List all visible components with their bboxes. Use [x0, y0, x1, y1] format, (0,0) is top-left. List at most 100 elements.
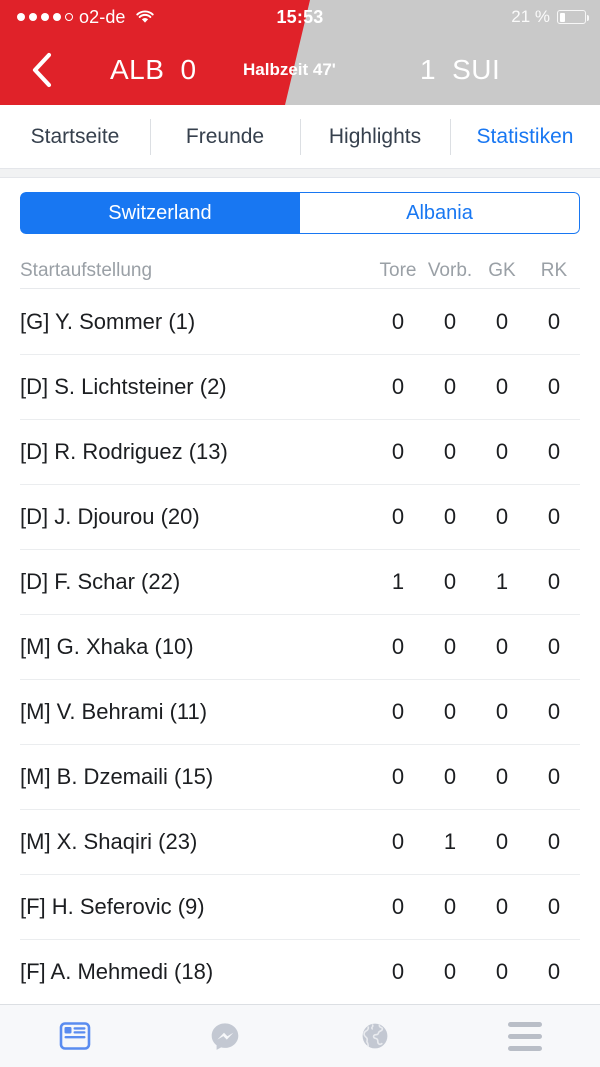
table-row[interactable]: [D] J. Djourou (20) 0 0 0 0 [0, 484, 600, 549]
clock-label: 15:53 [276, 6, 324, 27]
cell-assists: 0 [443, 633, 457, 659]
cell-red-cards: 0 [547, 893, 561, 919]
cell-yellow-cards: 0 [495, 438, 509, 464]
cell-red-cards: 0 [547, 308, 561, 334]
cell-red-cards: 0 [547, 958, 561, 984]
cell-yellow-cards: 0 [495, 373, 509, 399]
tab-statistiken[interactable]: Statistiken [450, 105, 600, 169]
news-feed-icon [59, 1022, 91, 1050]
player-name: [M] V. Behrami (11) [20, 698, 208, 724]
cell-goals: 0 [391, 308, 405, 334]
tab-highlights[interactable]: Highlights [300, 105, 450, 169]
tab-freunde[interactable]: Freunde [150, 105, 300, 169]
home-team-abbr: ALB [110, 53, 165, 85]
segment-switzerland[interactable]: Switzerland [20, 192, 300, 234]
bottom-tab-messenger[interactable] [150, 1019, 300, 1053]
cell-yellow-cards: 0 [495, 698, 509, 724]
match-header: o2-de 15:53 21 % ALB 0 Halbzeit 47' 1 SU… [0, 0, 600, 105]
bottom-tab-globe[interactable] [300, 1020, 450, 1052]
cell-assists: 0 [443, 438, 457, 464]
player-name: [G] Y. Sommer (1) [20, 308, 196, 334]
match-status-label: Halbzeit 47' [243, 59, 336, 79]
cell-red-cards: 0 [547, 633, 561, 659]
battery-percent-label: 21 % [511, 7, 550, 26]
lineup-table: Startaufstellung Tore Vorb. GK RK [G] Y.… [0, 248, 600, 1004]
cell-assists: 0 [443, 373, 457, 399]
cell-red-cards: 0 [547, 698, 561, 724]
player-name: [M] B. Dzemaili (15) [20, 763, 214, 789]
table-row[interactable]: [F] H. Seferovic (9) 0 0 0 0 [0, 874, 600, 939]
cell-goals: 0 [391, 698, 405, 724]
cell-yellow-cards: 0 [495, 958, 509, 984]
table-row[interactable]: [M] G. Xhaka (10) 0 0 0 0 [0, 614, 600, 679]
cell-red-cards: 0 [547, 373, 561, 399]
cell-goals: 0 [391, 373, 405, 399]
cell-yellow-cards: 0 [495, 308, 509, 334]
bottom-tab-bar [0, 1004, 600, 1067]
home-team-score: ALB 0 [110, 34, 197, 105]
column-header-goals: Tore [379, 260, 417, 281]
cell-yellow-cards: 0 [495, 763, 509, 789]
messenger-icon [211, 1023, 239, 1050]
player-name: [F] H. Seferovic (9) [20, 893, 205, 919]
cell-yellow-cards: 1 [495, 568, 509, 594]
player-name: [D] J. Djourou (20) [20, 503, 200, 529]
app-root: o2-de 15:53 21 % ALB 0 Halbzeit 47' 1 SU… [0, 0, 600, 1067]
cell-assists: 0 [443, 958, 457, 984]
home-team-goals: 0 [180, 53, 197, 85]
column-header-assists: Vorb. [427, 260, 473, 281]
cell-yellow-cards: 0 [495, 503, 509, 529]
player-name: [D] F. Schar (22) [20, 568, 181, 594]
segment-albania[interactable]: Albania [300, 192, 580, 234]
player-name: [M] G. Xhaka (10) [20, 633, 194, 659]
hamburger-menu-icon [508, 1021, 542, 1051]
back-button[interactable] [20, 34, 64, 105]
away-team-score: 1 SUI [420, 34, 500, 105]
cell-assists: 0 [443, 308, 457, 334]
table-row[interactable]: [M] B. Dzemaili (15) 0 0 0 0 [0, 744, 600, 809]
cell-red-cards: 0 [547, 763, 561, 789]
tab-startseite[interactable]: Startseite [0, 105, 150, 169]
table-row[interactable]: [G] Y. Sommer (1) 0 0 0 0 [0, 289, 600, 354]
player-name: [D] S. Lichtsteiner (2) [20, 373, 227, 399]
cell-yellow-cards: 0 [495, 633, 509, 659]
cell-goals: 0 [391, 633, 405, 659]
table-row[interactable]: [D] F. Schar (22) 1 0 1 0 [0, 549, 600, 614]
cell-goals: 0 [391, 958, 405, 984]
cell-assists: 0 [443, 568, 457, 594]
score-bar: ALB 0 Halbzeit 47' 1 SUI [0, 34, 600, 105]
cell-red-cards: 0 [547, 568, 561, 594]
cell-goals: 0 [391, 828, 405, 854]
section-divider [0, 169, 600, 178]
cell-assists: 0 [443, 893, 457, 919]
table-row[interactable]: [F] A. Mehmedi (18) 0 0 0 0 [0, 939, 600, 1004]
cell-goals: 1 [391, 568, 405, 594]
battery-icon [557, 10, 589, 24]
cell-assists: 0 [443, 503, 457, 529]
player-name: [D] R. Rodriguez (13) [20, 438, 228, 464]
player-name: [F] A. Mehmedi (18) [20, 958, 214, 984]
away-team-abbr: SUI [452, 53, 501, 85]
cell-goals: 0 [391, 438, 405, 464]
cell-goals: 0 [391, 503, 405, 529]
nav-tabs: Startseite Freunde Highlights Statistike… [0, 105, 600, 169]
status-bar-right: 21 % [511, 0, 589, 34]
player-name: [M] X. Shaqiri (23) [20, 828, 198, 854]
column-header-yellow-cards: GK [488, 260, 516, 281]
cell-yellow-cards: 0 [495, 893, 509, 919]
cell-goals: 0 [391, 763, 405, 789]
table-row[interactable]: [M] V. Behrami (11) 0 0 0 0 [0, 679, 600, 744]
cell-assists: 0 [443, 763, 457, 789]
team-segment-wrapper: Switzerland Albania [0, 178, 600, 248]
table-row[interactable]: [M] X. Shaqiri (23) 0 1 0 0 [0, 809, 600, 874]
team-segmented-control: Switzerland Albania [20, 192, 580, 234]
bottom-tab-menu[interactable] [450, 1021, 600, 1051]
table-row[interactable]: [D] R. Rodriguez (13) 0 0 0 0 [0, 419, 600, 484]
cell-red-cards: 0 [547, 503, 561, 529]
table-row[interactable]: [D] S. Lichtsteiner (2) 0 0 0 0 [0, 354, 600, 419]
cell-red-cards: 0 [547, 828, 561, 854]
cell-assists: 1 [443, 828, 457, 854]
cell-red-cards: 0 [547, 438, 561, 464]
away-team-goals: 1 [420, 53, 437, 85]
bottom-tab-news-feed[interactable] [0, 1019, 150, 1053]
